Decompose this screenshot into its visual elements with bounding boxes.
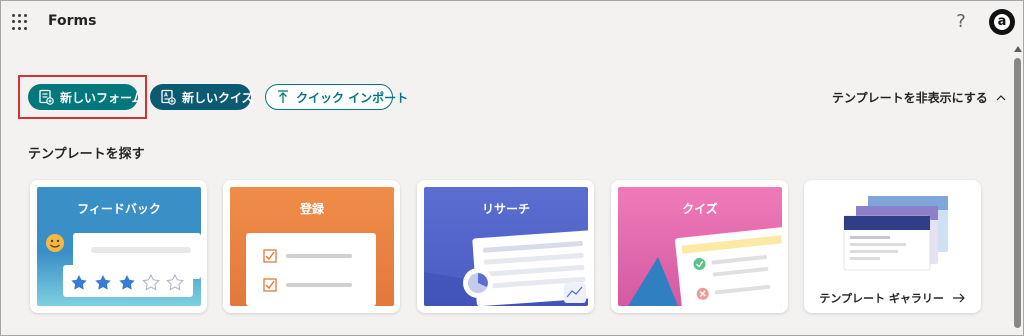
quick-import-button[interactable]: クイック インポート <box>265 84 408 110</box>
template-gallery-card[interactable]: テンプレート ギャラリー <box>804 180 981 313</box>
pie-chart-icon <box>463 268 493 298</box>
new-form-label: 新しいフォーム <box>60 90 144 105</box>
avatar-letter: a <box>994 14 1010 30</box>
quiz-icon: A <box>160 87 176 107</box>
app-launcher-icon[interactable] <box>12 14 28 30</box>
form-icon <box>38 87 54 107</box>
chevron-up-icon <box>996 94 1006 101</box>
template-card-research[interactable]: リサーチ <box>417 180 594 313</box>
scroll-thumb[interactable] <box>1014 58 1021 328</box>
template-card-quiz[interactable]: クイズ <box>611 180 788 313</box>
top-bar: Forms ? a <box>0 0 1024 44</box>
card-image: フィードバック <box>37 187 201 306</box>
gallery-label: テンプレート ギャラリー <box>819 292 944 305</box>
hide-templates-label: テンプレートを非表示にする <box>832 91 988 105</box>
card-image: リサーチ <box>424 187 588 306</box>
svg-text:A: A <box>164 93 168 99</box>
smiley-icon <box>46 234 64 252</box>
hide-templates-button[interactable]: テンプレートを非表示にする <box>832 89 1006 106</box>
new-quiz-label: 新しいクイズ <box>182 90 254 105</box>
template-card-feedback[interactable]: フィードバック <box>30 180 207 313</box>
gallery-link[interactable]: テンプレート ギャラリー <box>804 290 981 306</box>
gallery-preview <box>843 196 948 271</box>
new-quiz-button[interactable]: A 新しいクイズ <box>150 84 254 110</box>
card-image: クイズ <box>618 187 782 306</box>
section-title: テンプレートを探す <box>28 147 145 162</box>
quick-import-label: クイック インポート <box>296 90 409 105</box>
scroll-up-icon[interactable] <box>1014 46 1022 52</box>
card-image: 登録 <box>230 187 394 306</box>
help-icon[interactable]: ? <box>951 10 971 34</box>
app-title: Forms <box>48 13 97 29</box>
avatar[interactable]: a <box>989 9 1015 35</box>
arrow-right-icon <box>952 293 966 306</box>
new-form-button[interactable]: 新しいフォーム <box>28 84 144 110</box>
template-card-registration[interactable]: 登録 <box>223 180 400 313</box>
upload-icon <box>276 87 290 107</box>
scrollbar[interactable] <box>1011 44 1024 336</box>
